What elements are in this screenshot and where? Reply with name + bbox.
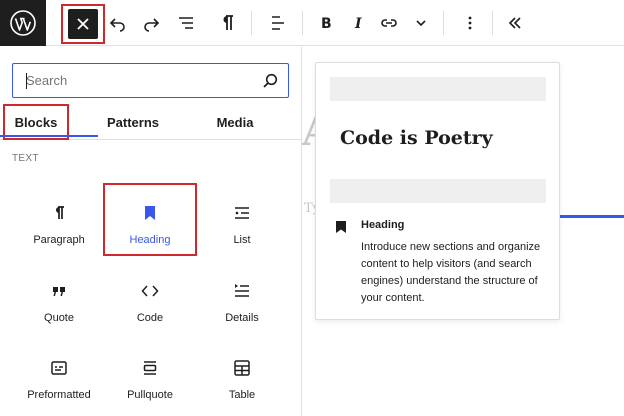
align-left-icon[interactable] <box>264 0 292 46</box>
redo-icon[interactable] <box>137 0 165 46</box>
heading-bookmark-icon <box>140 203 160 223</box>
top-toolbar: B I <box>0 0 624 46</box>
block-inserter-panel: Blocks Patterns Media TEXT Paragraph Hea… <box>0 47 302 416</box>
toolbar-divider <box>443 11 444 35</box>
preview-block-description: Introduce new sections and organize cont… <box>361 241 541 304</box>
block-pullquote[interactable]: Pullquote <box>103 340 197 410</box>
paragraph-icon <box>49 203 69 223</box>
wordpress-icon[interactable] <box>0 0 46 46</box>
toolbar-divider <box>492 11 493 35</box>
block-preview-popover: Code is Poetry Heading Introduce new sec… <box>315 62 560 320</box>
block-paragraph[interactable]: Paragraph <box>12 185 106 255</box>
search-field[interactable] <box>12 63 289 98</box>
block-list[interactable]: List <box>195 185 289 255</box>
pilcrow-icon[interactable] <box>213 0 241 46</box>
svg-text:I: I <box>354 16 362 32</box>
double-chevron-left-icon[interactable] <box>501 0 529 46</box>
preformatted-icon <box>49 358 69 378</box>
tab-media[interactable]: Media <box>200 104 270 140</box>
tab-patterns[interactable]: Patterns <box>98 104 168 140</box>
close-inserter-button[interactable] <box>61 4 105 44</box>
block-label: Quote <box>44 312 74 324</box>
toolbar-divider <box>251 11 252 35</box>
preview-block-title: Heading <box>361 219 405 231</box>
preview-heading-text: Code is Poetry <box>340 127 493 149</box>
code-icon <box>140 281 160 301</box>
block-label: Code <box>136 312 164 324</box>
block-label: Pullquote <box>127 389 173 401</box>
close-icon <box>77 18 89 30</box>
block-heading[interactable]: Heading <box>103 183 197 256</box>
list-icon <box>232 203 252 223</box>
bold-icon[interactable]: B <box>312 0 340 46</box>
block-label: List <box>233 234 251 246</box>
list-view-icon[interactable] <box>172 0 200 46</box>
block-table[interactable]: Table <box>195 340 289 410</box>
block-details[interactable]: Details <box>195 263 289 333</box>
block-label: Heading <box>129 234 171 246</box>
preview-placeholder-top <box>330 77 546 101</box>
text-caret <box>26 73 27 89</box>
svg-text:B: B <box>321 16 332 32</box>
category-heading: TEXT <box>12 153 39 164</box>
block-label: Preformatted <box>27 389 91 401</box>
toolbar-divider <box>302 11 303 35</box>
block-label: Paragraph <box>33 234 85 246</box>
table-icon <box>232 358 252 378</box>
block-label: Details <box>225 312 259 324</box>
link-icon[interactable] <box>375 0 403 46</box>
block-code[interactable]: Code <box>103 263 197 333</box>
undo-icon[interactable] <box>104 0 132 46</box>
block-preformatted[interactable]: Preformatted <box>12 340 106 410</box>
block-quote[interactable]: Quote <box>12 263 106 333</box>
block-label: Table <box>228 389 256 401</box>
pullquote-icon <box>140 358 160 378</box>
editor-root: A Ty <box>0 0 624 416</box>
chevron-down-icon[interactable] <box>407 0 435 46</box>
active-tab-indicator <box>0 135 98 137</box>
search-icon <box>263 73 278 88</box>
italic-icon[interactable]: I <box>344 0 372 46</box>
wordpress-logo-svg <box>10 10 36 36</box>
preview-placeholder-bottom <box>330 179 546 203</box>
more-vertical-icon[interactable] <box>456 0 484 46</box>
search-input[interactable] <box>13 64 253 97</box>
details-icon <box>232 281 252 301</box>
quote-icon <box>49 281 69 301</box>
heading-bookmark-icon <box>336 221 346 233</box>
block-selection-line <box>560 215 624 218</box>
